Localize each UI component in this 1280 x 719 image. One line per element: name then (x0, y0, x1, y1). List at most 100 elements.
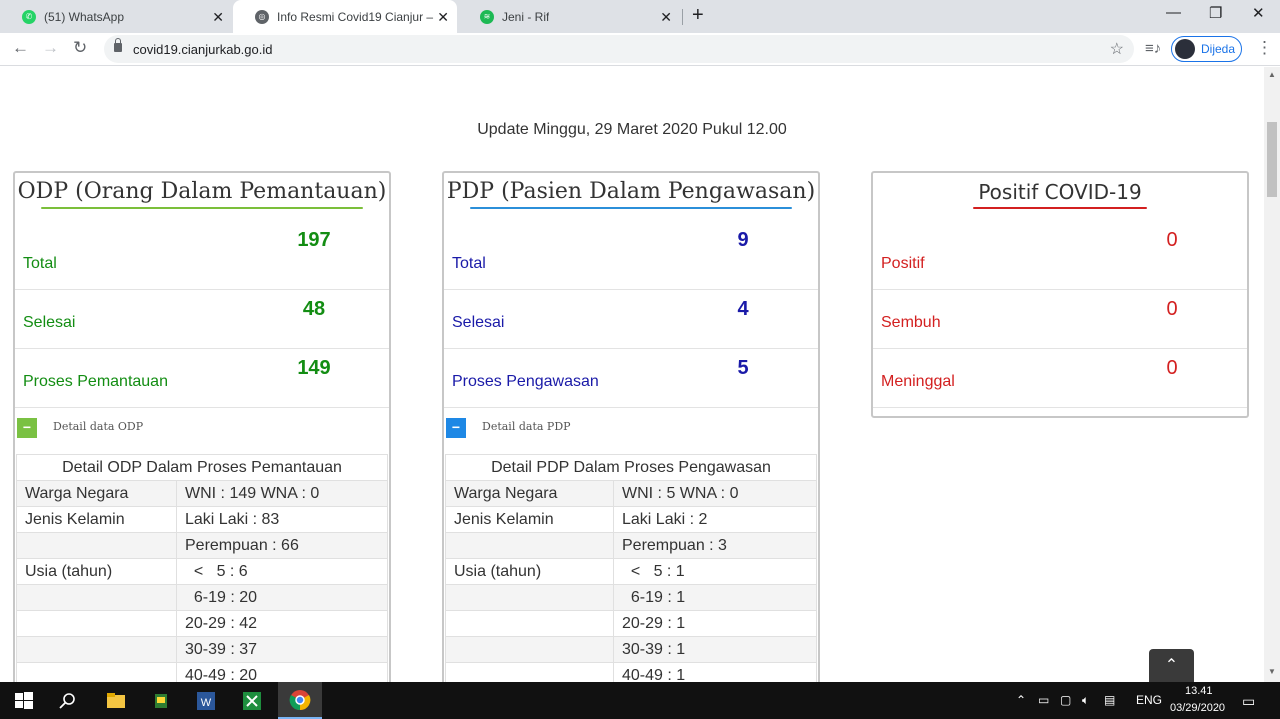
toggle-label[interactable]: Detail data PDP (482, 420, 571, 433)
clock-date[interactable]: 03/29/2020 (1170, 702, 1225, 714)
detail-value: 20-29 : 42 (176, 610, 388, 637)
detail-value: WNI : 5 WNA : 0 (613, 480, 817, 507)
app-icon[interactable] (150, 690, 172, 712)
tab-whatsapp[interactable]: ✆ (51) WhatsApp ✕ (0, 0, 232, 33)
detail-value: 6-19 : 1 (613, 584, 817, 611)
table-row: 40-49 : 20 (16, 662, 388, 682)
card-title: ODP (Orang Dalam Pemantauan) (17, 179, 387, 204)
detail-value: Laki Laki : 2 (613, 506, 817, 533)
detail-key (445, 584, 614, 611)
chrome-taskbar-button[interactable] (278, 682, 322, 719)
detail-table: Detail PDP Dalam Proses Pengawasan Warga… (445, 454, 817, 682)
table-row: Warga Negara WNI : 149 WNA : 0 (16, 480, 388, 507)
stat-row-total: Total 197 (15, 229, 389, 290)
profile-button[interactable]: Dijeda (1171, 36, 1242, 62)
stat-label: Total (23, 255, 57, 272)
faint-caption (588, 87, 591, 97)
word-icon[interactable]: W (195, 690, 217, 712)
stat-row-proses: Proses Pemantauan 149 (15, 349, 389, 408)
avatar (1175, 39, 1195, 59)
stat-value: 48 (302, 298, 326, 320)
card-title: PDP (Pasien Dalam Pengawasan) (446, 179, 816, 204)
detail-header: Detail PDP Dalam Proses Pengawasan (445, 454, 817, 481)
notification-icon[interactable]: ▭ (1242, 693, 1255, 710)
scrollbar-thumb[interactable] (1267, 122, 1277, 197)
stat-value: 0 (1166, 357, 1178, 379)
table-row: Perempuan : 3 (445, 532, 817, 559)
stat-label: Total (452, 255, 486, 272)
chrome-icon (289, 690, 311, 711)
tab-strip: ✆ (51) WhatsApp ✕ ◎ Info Resmi Covid19 C… (0, 0, 1280, 33)
reload-icon[interactable]: ↻ (73, 38, 87, 58)
clock-time[interactable]: 13.41 (1185, 685, 1213, 697)
forward-icon[interactable]: → (42, 38, 59, 58)
tray-chevron-icon[interactable]: ⌃ (1016, 693, 1026, 707)
detail-value: < 5 : 6 (176, 558, 388, 585)
address-bar[interactable]: covid19.cianjurkab.go.id ☆ (104, 35, 1134, 63)
close-tab-icon[interactable]: ✕ (212, 9, 224, 26)
stat-value: 0 (1166, 298, 1178, 320)
bookmark-star-icon[interactable]: ☆ (1110, 39, 1124, 59)
scroll-up-icon[interactable]: ▲ (1268, 70, 1276, 79)
detail-key (445, 532, 614, 559)
detail-value: WNI : 149 WNA : 0 (176, 480, 388, 507)
stat-value: 5 (737, 357, 749, 379)
close-tab-icon[interactable]: ✕ (437, 9, 449, 26)
tab-divider (682, 9, 683, 25)
stat-value: 0 (1166, 229, 1178, 251)
detail-value: 30-39 : 1 (613, 636, 817, 663)
media-control-icon[interactable]: ≡♪ (1145, 40, 1161, 57)
language-indicator[interactable]: ENG (1136, 693, 1162, 707)
page-scrollbar[interactable]: ▲ ▼ (1264, 67, 1280, 682)
minimize-icon[interactable]: — (1166, 4, 1181, 21)
back-icon[interactable]: ← (12, 38, 29, 58)
stat-value: 149 (297, 357, 331, 379)
detail-key: Jenis Kelamin (445, 506, 614, 533)
windows-start-icon[interactable] (13, 690, 35, 712)
tab-title: Info Resmi Covid19 Cianjur – Mo (277, 9, 437, 24)
keyboard-icon[interactable]: ▤ (1104, 693, 1115, 707)
stat-label: Positif (881, 255, 925, 272)
stat-value: 197 (297, 229, 331, 251)
table-row: 40-49 : 1 (445, 662, 817, 682)
table-row: 30-39 : 37 (16, 636, 388, 663)
file-explorer-icon[interactable] (105, 690, 127, 712)
table-row: 6-19 : 20 (16, 584, 388, 611)
lock-icon (114, 38, 122, 52)
battery-icon[interactable]: ▭ (1038, 693, 1049, 707)
detail-value: 30-39 : 37 (176, 636, 388, 663)
stat-row-sembuh: Sembuh 0 (873, 290, 1247, 349)
detail-key (16, 636, 177, 663)
table-row: Jenis Kelamin Laki Laki : 2 (445, 506, 817, 533)
spreadsheet-icon[interactable] (241, 690, 263, 712)
network-icon[interactable]: ▢ (1060, 693, 1071, 707)
volume-icon[interactable]: 🔈︎ (1082, 693, 1089, 708)
scroll-down-icon[interactable]: ▼ (1268, 667, 1276, 676)
toggle-label[interactable]: Detail data ODP (53, 420, 143, 433)
close-tab-icon[interactable]: ✕ (660, 9, 672, 26)
detail-key (445, 636, 614, 663)
back-to-top-button[interactable]: ⌃ (1149, 649, 1194, 683)
new-tab-icon[interactable]: + (692, 4, 704, 27)
detail-value: < 5 : 1 (613, 558, 817, 585)
windows-taskbar: W ⌃ ▭ ▢ 🔈︎ ▤ ENG 13.41 03/29/2020 ▭ (0, 682, 1280, 719)
stat-value: 9 (737, 229, 749, 251)
tab-spotify[interactable]: ≋ Jeni - Rif ✕ (458, 0, 680, 33)
collapse-icon[interactable]: − (446, 418, 466, 438)
detail-value: 40-49 : 1 (613, 662, 817, 682)
pdp-card: PDP (Pasien Dalam Pengawasan) Total 9 Se… (442, 171, 820, 682)
table-row: 20-29 : 42 (16, 610, 388, 637)
tab-title: (51) WhatsApp (44, 9, 125, 24)
collapse-icon[interactable]: − (17, 418, 37, 438)
search-icon[interactable] (57, 690, 79, 712)
menu-icon[interactable]: ⋮ (1256, 38, 1273, 58)
detail-key (16, 584, 177, 611)
update-text: Update Minggu, 29 Maret 2020 Pukul 12.00 (477, 121, 787, 138)
detail-toggle[interactable]: − Detail data PDP (444, 408, 818, 454)
stat-row-total: Total 9 (444, 229, 818, 290)
close-window-icon[interactable]: ✕ (1252, 4, 1265, 22)
tab-covid-info[interactable]: ◎ Info Resmi Covid19 Cianjur – Mo ✕ (233, 0, 457, 33)
restore-icon[interactable]: ❐ (1209, 4, 1222, 22)
stat-row-meninggal: Meninggal 0 (873, 349, 1247, 408)
detail-toggle[interactable]: − Detail data ODP (15, 408, 389, 454)
